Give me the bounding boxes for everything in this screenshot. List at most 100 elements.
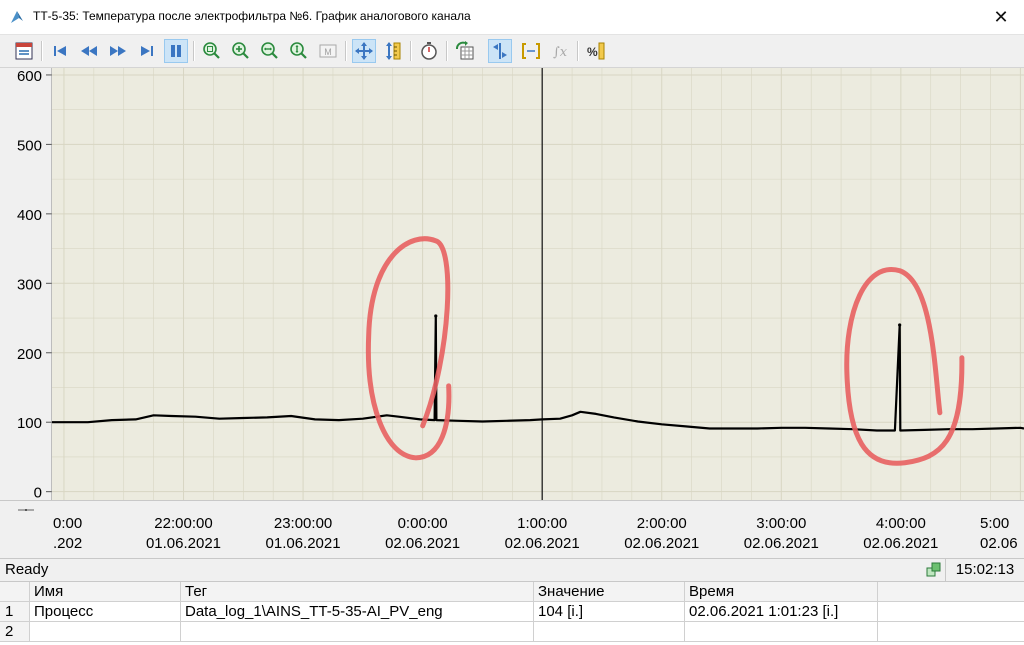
column-header-name[interactable]: Имя bbox=[30, 582, 181, 602]
time-axis: 0:00 .2021 22:00:00 01.06.2021 23:00:00 01.06… bbox=[0, 500, 1024, 559]
x-tick-label: 0:00:00 02.06.2021 bbox=[368, 514, 478, 554]
zoom-horizontal-button[interactable] bbox=[258, 39, 282, 63]
vertical-scale-button[interactable] bbox=[381, 39, 405, 63]
vertical-scale-icon bbox=[386, 42, 401, 60]
series-legend-marker bbox=[18, 509, 34, 511]
cell-name[interactable]: Процесс bbox=[30, 602, 181, 622]
range-bracket-icon bbox=[522, 43, 540, 59]
trend-chart[interactable]: 0 100 200 300 400 500 600 bbox=[0, 68, 1024, 500]
rewind-icon bbox=[81, 46, 97, 56]
function-button[interactable]: ∫x bbox=[548, 39, 572, 63]
x-tick-label: 1:00:00 02.06.2021 bbox=[487, 514, 597, 554]
rewind-button[interactable] bbox=[77, 39, 101, 63]
zoom-vertical-button[interactable] bbox=[287, 39, 311, 63]
row-number: 1 bbox=[0, 602, 30, 622]
x-tick-date: 02.06.2021 bbox=[743, 535, 819, 552]
go-last-icon bbox=[141, 46, 153, 56]
x-tick-label: 2:00:00 02.06.2021 bbox=[607, 514, 717, 554]
x-tick-date: 02.06.2021 bbox=[624, 535, 700, 552]
zoom-horizontal-icon bbox=[261, 42, 278, 59]
x-tick-date: 02.06.2021 bbox=[385, 535, 461, 552]
y-tick-label: 600 bbox=[17, 68, 42, 85]
x-tick-label: 5:00 02.06 bbox=[980, 514, 1020, 554]
x-tick-time: 23:00:00 bbox=[273, 515, 333, 532]
cell-tag[interactable] bbox=[181, 622, 534, 642]
svg-text:M: M bbox=[324, 47, 332, 57]
table-row[interactable]: 2 bbox=[0, 622, 1024, 642]
go-first-button[interactable] bbox=[48, 39, 72, 63]
x-tick-label: 4:00:00 02.06.2021 bbox=[846, 514, 956, 554]
trend-chart-svg[interactable]: 0 100 200 300 400 500 600 bbox=[0, 68, 1024, 500]
fast-forward-button[interactable] bbox=[106, 39, 130, 63]
x-tick-date: 02.06.2021 bbox=[863, 535, 939, 552]
x-tick-time: 2:00:00 bbox=[636, 515, 687, 532]
zoom-reset-button[interactable]: M bbox=[316, 39, 340, 63]
close-button[interactable]: ✕ bbox=[978, 0, 1024, 34]
x-tick-date: 02.06 bbox=[980, 535, 1018, 552]
percent-scale-button[interactable]: % bbox=[584, 39, 608, 63]
title-bar: ТТ-5-35: Температура после электрофильтр… bbox=[0, 0, 1024, 35]
column-header-time[interactable]: Время bbox=[685, 582, 878, 602]
plot-background[interactable] bbox=[52, 68, 1024, 500]
go-last-button[interactable] bbox=[135, 39, 159, 63]
properties-icon bbox=[15, 42, 33, 60]
pan-button[interactable] bbox=[352, 39, 376, 63]
x-tick-label: 22:00:00 01.06.2021 bbox=[129, 514, 239, 554]
stopwatch-button[interactable] bbox=[417, 39, 441, 63]
x-tick-date: .2021 bbox=[53, 535, 83, 552]
column-header-tag[interactable]: Тег bbox=[181, 582, 534, 602]
window-title: ТТ-5-35: Температура после электрофильтр… bbox=[33, 9, 471, 23]
y-tick-label: 500 bbox=[17, 137, 42, 154]
zoom-vertical-icon bbox=[290, 42, 307, 59]
function-icon: ∫x bbox=[553, 45, 568, 60]
cell-time[interactable]: 02.06.2021 1:01:23 [i.] bbox=[685, 602, 878, 622]
y-tick-label: 300 bbox=[17, 276, 42, 293]
grid-refresh-icon bbox=[456, 41, 474, 60]
x-tick-time: 5:00 bbox=[980, 515, 1010, 532]
cursor-sync-icon bbox=[493, 43, 507, 59]
x-tick-label: 0:00 .2021 bbox=[53, 514, 83, 554]
x-tick-time: 3:00:00 bbox=[756, 515, 807, 532]
values-table: Имя Тег Значение Время 1 Процесс Data_lo… bbox=[0, 581, 1024, 645]
app-chart-icon bbox=[11, 11, 23, 23]
status-text: Ready bbox=[5, 561, 49, 578]
cell-tag[interactable]: Data_log_1\AINS_TT-5-35-AI_PV_eng bbox=[181, 602, 534, 622]
y-tick-label: 100 bbox=[17, 415, 42, 432]
status-clock: 15:02:13 bbox=[945, 559, 1024, 581]
pause-icon bbox=[171, 45, 181, 57]
status-bar: Ready 15:02:13 bbox=[0, 558, 1024, 582]
zoom-fit-button[interactable] bbox=[200, 39, 224, 63]
go-first-icon bbox=[54, 46, 66, 56]
y-tick-label: 400 bbox=[17, 207, 42, 224]
x-tick-date: 01.06.2021 bbox=[265, 535, 341, 552]
zoom-in-button[interactable] bbox=[229, 39, 253, 63]
spike-point bbox=[898, 323, 902, 327]
y-tick-label: 0 bbox=[34, 485, 42, 500]
spike-point bbox=[434, 314, 438, 318]
cell-value[interactable]: 104 [i.] bbox=[534, 602, 685, 622]
x-tick-time: 4:00:00 bbox=[875, 515, 926, 532]
x-tick-time: 0:00 bbox=[53, 515, 83, 532]
column-header-value[interactable]: Значение bbox=[534, 582, 685, 602]
x-tick-date: 02.06.2021 bbox=[504, 535, 580, 552]
x-tick-date: 01.06.2021 bbox=[145, 535, 222, 552]
cursor-sync-button[interactable] bbox=[488, 39, 512, 63]
grid-refresh-button[interactable] bbox=[453, 39, 477, 63]
table-row[interactable]: 1 Процесс Data_log_1\AINS_TT-5-35-AI_PV_… bbox=[0, 602, 1024, 622]
cell-name[interactable] bbox=[30, 622, 181, 642]
x-tick-time: 1:00:00 bbox=[517, 515, 568, 532]
pan-icon bbox=[355, 42, 373, 60]
y-tick-label: 200 bbox=[17, 346, 42, 363]
stopwatch-icon bbox=[421, 42, 437, 60]
range-bracket-button[interactable] bbox=[519, 39, 543, 63]
cell-value[interactable] bbox=[534, 622, 685, 642]
fast-forward-icon bbox=[110, 46, 126, 56]
table-header-row: Имя Тег Значение Время bbox=[0, 582, 1024, 602]
zoom-reset-icon: M bbox=[319, 44, 337, 58]
svg-text:∫x: ∫x bbox=[553, 45, 568, 60]
pause-button[interactable] bbox=[164, 39, 188, 63]
zoom-fit-icon bbox=[203, 42, 220, 59]
cell-time[interactable] bbox=[685, 622, 878, 642]
percent-scale-icon: % bbox=[587, 42, 605, 60]
properties-button[interactable] bbox=[12, 39, 36, 63]
